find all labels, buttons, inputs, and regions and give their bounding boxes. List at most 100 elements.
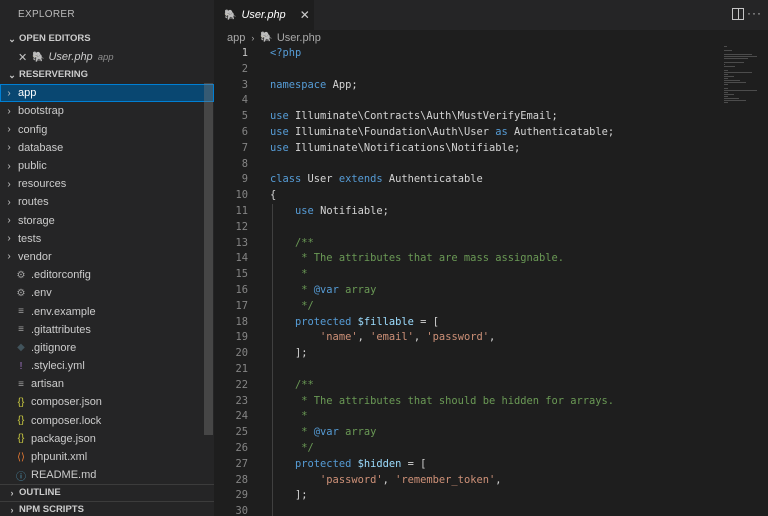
code-text: */ <box>270 442 314 454</box>
folder-vendor[interactable]: › vendor <box>0 248 214 266</box>
file-item[interactable]: ≡ .env.example <box>0 302 214 320</box>
folder-label: vendor <box>18 250 52 263</box>
code-line: 22 /** <box>214 378 714 394</box>
npm-scripts-label: NPM SCRIPTS <box>19 504 84 515</box>
project-header[interactable]: ⌄ RESERVERING <box>0 66 214 84</box>
minimap-line <box>724 82 746 83</box>
line-number: 10 <box>235 189 248 202</box>
folder-label: config <box>18 123 48 136</box>
sidebar-scrollbar[interactable] <box>204 83 213 435</box>
open-editor-description: app <box>97 51 114 63</box>
code-text: use Illuminate\Notifications\Notifiable; <box>270 141 521 154</box>
line-number: 5 <box>241 110 248 123</box>
file-item[interactable]: ⚙ .editorconfig <box>0 266 214 284</box>
line-number: 16 <box>235 284 248 296</box>
line-number: 15 <box>235 268 248 281</box>
code-line: 1 <?php <box>214 46 714 62</box>
folder-label: app <box>18 87 37 100</box>
folder-tests[interactable]: › tests <box>0 230 214 248</box>
lines-icon: ≡ <box>18 378 24 390</box>
file-item[interactable]: ⟨⟩ phpunit.xml <box>0 448 214 466</box>
php-icon: 🐘 <box>224 9 237 21</box>
file-item[interactable]: ≡ artisan <box>0 375 214 393</box>
code-line: 14 * The attributes that are mass assign… <box>214 251 714 267</box>
npm-scripts-header[interactable]: › NPM SCRIPTS <box>0 501 214 516</box>
chevron-right-icon: › <box>251 33 255 43</box>
line-number: 14 <box>235 252 248 265</box>
open-editors-header[interactable]: ⌄ OPEN EDITORS <box>0 30 214 48</box>
more-actions-icon[interactable]: ··· <box>747 6 762 20</box>
folder-resources[interactable]: › resources <box>0 175 214 193</box>
file-label: composer.json <box>31 396 102 409</box>
code-area[interactable]: 1 <?php 2 3 namespace App; 4 5 use Illuminate\C… <box>214 46 768 516</box>
breadcrumb-file[interactable]: User.php <box>277 30 321 46</box>
open-editor-item[interactable]: ✕ 🐘 User.php app <box>0 48 214 66</box>
folder-bootstrap[interactable]: › bootstrap <box>0 102 214 120</box>
file-label: .styleci.yml <box>31 360 85 373</box>
code-line: 7 use Illuminate\Notifications\Notifiable… <box>214 141 714 157</box>
file-item[interactable]: {} package.json <box>0 430 214 448</box>
file-item[interactable]: {} composer.json <box>0 393 214 411</box>
code-line: 25 * @var array <box>214 425 714 441</box>
file-item[interactable]: {} composer.lock <box>0 412 214 430</box>
close-icon[interactable]: ✕ <box>18 51 30 64</box>
file-item[interactable]: ⚙ .env <box>0 284 214 302</box>
minimap-line <box>724 76 735 77</box>
code-line: 16 * @var array <box>214 283 714 299</box>
folder-routes[interactable]: › routes <box>0 193 214 211</box>
minimap-line <box>724 56 757 57</box>
code-text: * @var array <box>270 284 377 296</box>
code-text: protected $fillable = [ <box>295 315 439 328</box>
split-editor-icon[interactable] <box>732 8 744 20</box>
line-number: 18 <box>235 315 248 328</box>
chevron-right-icon: › <box>7 105 11 117</box>
file-item[interactable]: ≡ .gitattributes <box>0 321 214 339</box>
code-line: 12 <box>214 220 714 236</box>
folder-label: bootstrap <box>18 105 64 118</box>
line-number: 26 <box>235 442 248 454</box>
code-line: 17 */ <box>214 299 714 315</box>
open-editors-label: OPEN EDITORS <box>19 33 91 44</box>
file-tree: › app › bootstrap › config › database › public › re… <box>0 84 214 484</box>
line-number: 7 <box>241 141 248 154</box>
chevron-right-icon: › <box>7 215 11 227</box>
minimap[interactable] <box>724 46 758 106</box>
code-line: 21 <box>214 362 714 378</box>
breadcrumb-folder[interactable]: app <box>227 30 245 46</box>
chevron-right-icon: › <box>7 196 11 208</box>
braces-icon: {} <box>17 396 25 408</box>
folder-app[interactable]: › app <box>0 84 214 103</box>
line-number: 21 <box>235 363 248 375</box>
line-number: 30 <box>235 505 248 516</box>
line-number: 6 <box>241 126 248 138</box>
code-text: /** <box>270 378 314 391</box>
code-text: namespace App; <box>270 78 358 91</box>
minimap-line <box>724 94 735 95</box>
php-icon: 🐘 <box>260 32 273 43</box>
file-item[interactable]: ! .styleci.yml <box>0 357 214 375</box>
file-label: .env <box>31 287 52 300</box>
folder-config[interactable]: › config <box>0 121 214 139</box>
info-icon: ⓘ <box>16 471 26 483</box>
close-icon[interactable]: ✕ <box>300 8 310 22</box>
file-item[interactable]: ◆ .gitignore <box>0 339 214 357</box>
folder-public[interactable]: › public <box>0 157 214 175</box>
tab-user-php[interactable]: 🐘 User.php ✕ <box>214 0 314 30</box>
file-item[interactable]: ⓘ README.md <box>0 466 214 484</box>
code-line: 8 <box>214 157 714 173</box>
chevron-right-icon: › <box>7 178 11 190</box>
line-number: 20 <box>235 347 248 360</box>
minimap-line <box>724 84 728 85</box>
editor-scrollbar[interactable] <box>756 46 768 516</box>
folder-storage[interactable]: › storage <box>0 212 214 230</box>
line-number: 22 <box>235 378 248 391</box>
outline-header[interactable]: › OUTLINE <box>0 484 214 501</box>
line-number: 29 <box>235 489 248 502</box>
file-label: .gitignore <box>31 341 77 354</box>
code-line: 10 { <box>214 188 714 204</box>
gear-icon: ⚙ <box>16 287 26 299</box>
folder-label: resources <box>18 178 67 191</box>
code-text: { <box>270 189 277 202</box>
folder-database[interactable]: › database <box>0 139 214 157</box>
line-number: 4 <box>241 94 248 107</box>
